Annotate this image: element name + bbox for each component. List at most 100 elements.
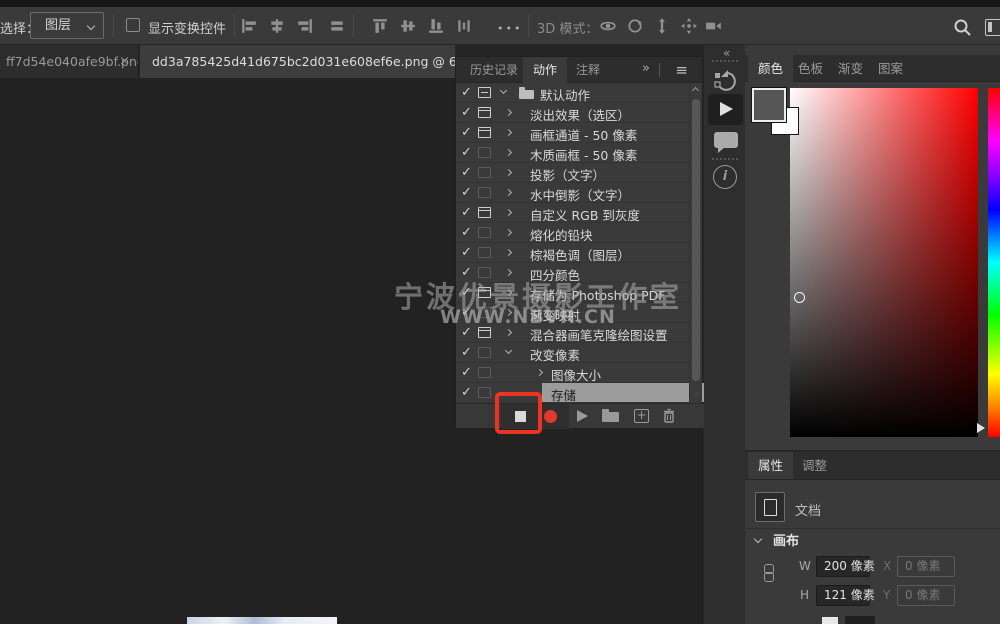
action-row-10[interactable]: ✓存储为 Photoshop PDF — [456, 283, 704, 303]
color-picker-cursor[interactable] — [794, 292, 805, 303]
include-checkbox[interactable]: ✓ — [461, 245, 472, 261]
chevron-right-icon[interactable] — [505, 329, 512, 336]
modal-control-toggle[interactable] — [478, 87, 491, 98]
modal-control-toggle[interactable] — [478, 167, 491, 178]
chevron-right-icon[interactable] — [505, 169, 512, 176]
chevron-down-icon[interactable] — [500, 87, 507, 94]
chevron-right-icon[interactable] — [536, 369, 543, 376]
include-checkbox[interactable]: ✓ — [461, 165, 472, 181]
align-bottom-icon[interactable] — [428, 18, 444, 34]
modal-control-toggle[interactable] — [478, 207, 491, 218]
chevron-right-icon[interactable] — [505, 109, 512, 116]
chevron-right-icon[interactable] — [505, 289, 512, 296]
distribute-horizontal-icon[interactable] — [329, 18, 345, 34]
modal-control-toggle[interactable] — [478, 227, 491, 238]
action-row-15[interactable]: ✓存储 — [456, 383, 704, 403]
include-checkbox[interactable]: ✓ — [461, 105, 472, 121]
action-row-0[interactable]: ✓默认动作 — [456, 83, 704, 103]
x-field[interactable]: 0 像素 — [897, 556, 955, 577]
workspace-switcher-icon[interactable] — [985, 19, 1000, 36]
align-middle-icon[interactable] — [400, 18, 416, 34]
properties-panel-tab-0[interactable]: 属性 — [748, 452, 793, 479]
chevron-down-icon[interactable] — [505, 347, 512, 354]
action-row-8[interactable]: ✓棕褐色调（图层） — [456, 243, 704, 263]
modal-control-toggle[interactable] — [478, 347, 491, 358]
action-row-9[interactable]: ✓四分颜色 — [456, 263, 704, 283]
chevron-right-icon[interactable] — [505, 309, 512, 316]
document-tab-active[interactable]: dd3a785425d41d675bc2d031e608ef6e.png @ 6… — [140, 45, 455, 78]
align-left-icon[interactable] — [241, 18, 257, 34]
new-set-button[interactable] — [602, 412, 619, 422]
color-panel-tab-0[interactable]: 颜色 — [748, 55, 793, 82]
modal-control-toggle[interactable] — [478, 287, 491, 298]
chevron-right-icon[interactable] — [505, 149, 512, 156]
height-field[interactable]: 121 像素 — [816, 585, 870, 606]
action-row-6[interactable]: ✓自定义 RGB 到灰度 — [456, 203, 704, 223]
action-row-4[interactable]: ✓投影（文字） — [456, 163, 704, 183]
action-row-7[interactable]: ✓熔化的铅块 — [456, 223, 704, 243]
align-center-horizontal-icon[interactable] — [269, 18, 285, 34]
include-checkbox[interactable]: ✓ — [461, 325, 472, 341]
include-checkbox[interactable]: ✓ — [461, 225, 472, 241]
info-panel-icon[interactable]: i — [713, 165, 737, 189]
record-button[interactable] — [544, 410, 557, 423]
chevron-down-icon[interactable] — [754, 535, 762, 543]
modal-control-toggle[interactable] — [478, 307, 491, 318]
search-icon[interactable] — [953, 18, 972, 37]
include-checkbox[interactable]: ✓ — [461, 285, 472, 301]
scroll-down-icon[interactable] — [692, 390, 699, 397]
include-checkbox[interactable]: ✓ — [461, 365, 472, 381]
distribute-vertical-icon[interactable] — [456, 18, 472, 34]
chevron-right-icon[interactable] — [505, 229, 512, 236]
modal-control-toggle[interactable] — [478, 267, 491, 278]
actions-panel-tab-1[interactable]: 动作 — [523, 57, 567, 83]
document-properties-button[interactable] — [755, 492, 785, 522]
3d-orbit-icon[interactable] — [600, 18, 616, 34]
width-field[interactable]: 200 像素 — [816, 556, 870, 577]
include-checkbox[interactable]: ✓ — [461, 265, 472, 281]
chevron-right-icon[interactable] — [505, 209, 512, 216]
modal-control-toggle[interactable] — [478, 127, 491, 138]
modal-control-toggle[interactable] — [478, 107, 491, 118]
scrollbar[interactable] — [689, 83, 702, 403]
actions-panel-icon[interactable] — [708, 94, 743, 125]
action-row-13[interactable]: ✓改变像素 — [456, 343, 704, 363]
notes-panel-icon[interactable] — [714, 132, 738, 148]
show-transform-checkbox[interactable] — [126, 18, 140, 32]
delete-button[interactable] — [662, 408, 676, 424]
include-checkbox[interactable]: ✓ — [461, 85, 472, 101]
actions-panel-tab-0[interactable]: 历史记录 — [460, 57, 528, 83]
include-checkbox[interactable]: ✓ — [461, 305, 472, 321]
3d-camera-icon[interactable] — [706, 18, 722, 34]
color-saturation-field[interactable] — [790, 88, 978, 437]
action-row-1[interactable]: ✓淡出效果（选区） — [456, 103, 704, 123]
action-row-12[interactable]: ✓混合器画笔克隆绘图设置 — [456, 323, 704, 343]
play-button[interactable] — [577, 410, 588, 422]
chevron-right-icon[interactable] — [505, 269, 512, 276]
panel-expand-icon[interactable]: » — [642, 61, 650, 76]
modal-control-toggle[interactable] — [478, 147, 491, 158]
action-row-11[interactable]: ✓渐变映射 — [456, 303, 704, 323]
modal-control-toggle[interactable] — [478, 247, 491, 258]
new-action-button[interactable]: + — [634, 409, 649, 423]
action-row-14[interactable]: ✓图像大小 — [456, 363, 704, 383]
chevron-right-icon[interactable] — [505, 129, 512, 136]
include-checkbox[interactable]: ✓ — [461, 345, 472, 361]
scrollbar-thumb[interactable] — [692, 99, 700, 381]
chevron-right-icon[interactable] — [505, 189, 512, 196]
align-top-icon[interactable] — [372, 18, 388, 34]
foreground-color-swatch[interactable] — [754, 90, 784, 120]
3d-rotate-icon[interactable] — [627, 18, 643, 34]
color-panel-tab-3[interactable]: 图案 — [868, 55, 913, 82]
hue-slider[interactable] — [988, 88, 1000, 437]
modal-control-toggle[interactable] — [478, 327, 491, 338]
collapse-panels-icon[interactable]: « — [723, 46, 730, 60]
properties-panel-tab-1[interactable]: 调整 — [792, 452, 837, 479]
include-checkbox[interactable]: ✓ — [461, 125, 472, 141]
include-checkbox[interactable]: ✓ — [461, 145, 472, 161]
include-checkbox[interactable]: ✓ — [461, 185, 472, 201]
include-checkbox[interactable]: ✓ — [461, 205, 472, 221]
include-checkbox[interactable]: ✓ — [461, 385, 472, 401]
modal-control-toggle[interactable] — [478, 387, 491, 398]
3d-pan-icon[interactable] — [654, 18, 670, 34]
